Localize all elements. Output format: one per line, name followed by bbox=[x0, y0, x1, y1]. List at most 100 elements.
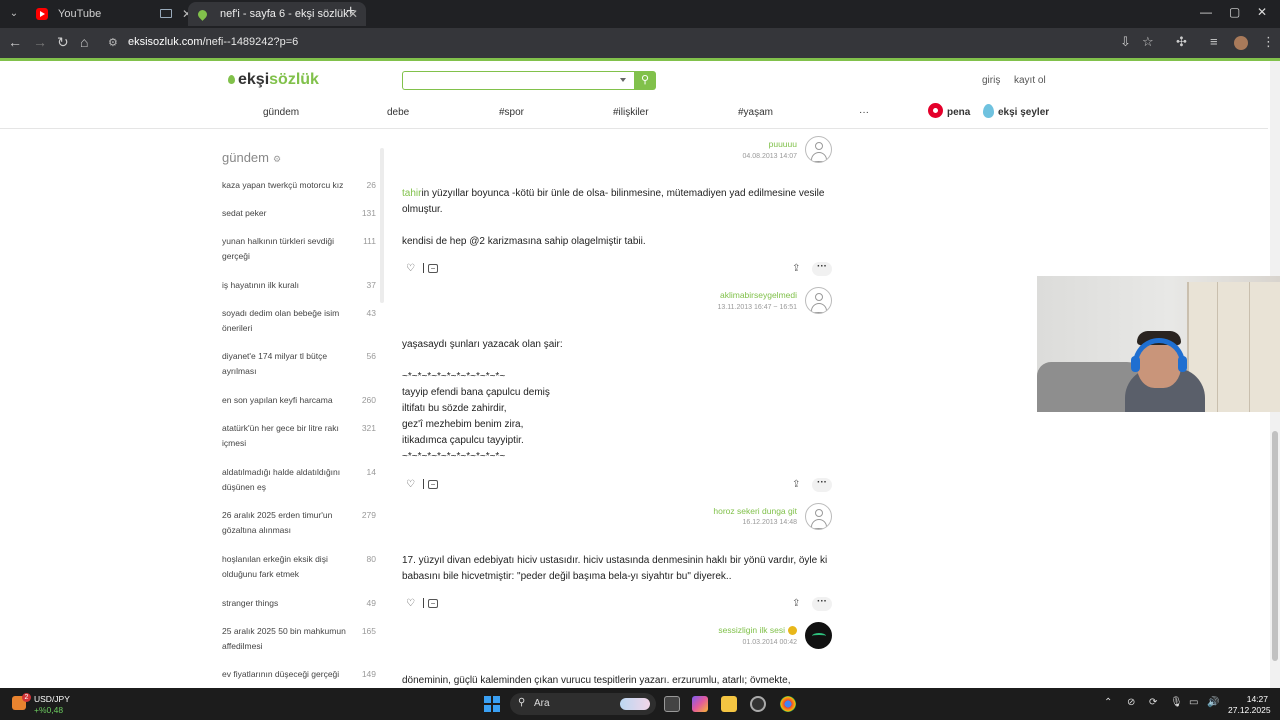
more-options-icon[interactable]: ··· bbox=[812, 262, 832, 276]
sidebar-topic[interactable]: ev fiyatlarının düşeceği gerçeği 149 bbox=[222, 667, 376, 682]
volume-icon[interactable]: 🔊 bbox=[1207, 697, 1219, 708]
close-window-button[interactable]: ✕ bbox=[1257, 5, 1267, 19]
start-button[interactable] bbox=[484, 696, 500, 712]
more-options-icon[interactable]: ··· bbox=[812, 478, 832, 492]
home-icon[interactable]: ⌂ bbox=[80, 34, 88, 50]
search-button[interactable]: ⚲ bbox=[634, 71, 656, 90]
chrome-icon[interactable] bbox=[780, 696, 796, 712]
entry-date[interactable]: 01.03.2014 00:42 bbox=[743, 639, 798, 646]
entry-link[interactable]: tahir bbox=[402, 188, 421, 199]
sidebar-topic[interactable]: 26 aralık 2025 erden timur'un gözaltına … bbox=[222, 508, 376, 538]
extensions-icon[interactable]: ✣ bbox=[1176, 34, 1187, 50]
ticker-name[interactable]: USD/JPY bbox=[34, 694, 70, 704]
heart-icon[interactable]: ♡ bbox=[406, 598, 415, 609]
scrollbar-thumb[interactable] bbox=[1272, 431, 1278, 661]
sidebar-topic[interactable]: hoşlanılan erkeğin eksik dişi olduğunu f… bbox=[222, 552, 376, 582]
user-avatar[interactable] bbox=[805, 136, 832, 163]
gear-icon[interactable]: ⚙ bbox=[273, 154, 281, 164]
sidebar-scrollbar[interactable] bbox=[380, 148, 384, 303]
copilot-icon[interactable] bbox=[692, 696, 708, 712]
profile-avatar-icon[interactable] bbox=[1234, 36, 1248, 50]
more-options-icon[interactable]: ··· bbox=[812, 597, 832, 611]
sidebar-topic[interactable]: en son yapılan keyfi harcama 260 bbox=[222, 393, 376, 408]
media-playing-icon[interactable] bbox=[160, 9, 172, 18]
heart-icon[interactable]: ♡ bbox=[406, 263, 415, 274]
sidebar-topic[interactable]: sedat peker 131 bbox=[222, 206, 376, 221]
nav-eksi-seyler[interactable]: ekşi şeyler bbox=[998, 107, 1049, 118]
eksi-seyler-drop-icon[interactable] bbox=[983, 104, 994, 118]
tab-youtube[interactable]: YouTube ✕ bbox=[26, 2, 192, 26]
user-avatar[interactable] bbox=[805, 503, 832, 530]
bookmark-star-icon[interactable]: ☆ bbox=[1142, 34, 1154, 50]
reload-icon[interactable]: ↻ bbox=[57, 34, 69, 51]
new-tab-button[interactable]: + bbox=[346, 3, 355, 21]
entry-date[interactable]: 04.08.2013 14:07 bbox=[743, 153, 798, 160]
sidebar-topic[interactable]: stranger things 49 bbox=[222, 596, 376, 611]
search-dropdown-caret-icon[interactable] bbox=[620, 78, 626, 82]
settings-app-icon[interactable] bbox=[750, 696, 766, 712]
chevron-up-icon[interactable]: ⌃ bbox=[1104, 697, 1112, 708]
search-input[interactable] bbox=[402, 71, 634, 90]
sidebar-topic[interactable]: atatürk'ün her gece bir litre rakı içmes… bbox=[222, 421, 376, 451]
entry-author[interactable]: horoz sekeri dunga git bbox=[713, 506, 797, 516]
sync-icon[interactable]: ⟳ bbox=[1149, 697, 1157, 708]
file-explorer-icon[interactable] bbox=[721, 696, 737, 712]
heart-icon[interactable]: ♡ bbox=[406, 479, 415, 490]
browser-toolbar: ← → ↻ ⌂ ⚙ eksisozluk.com/nefi--1489242?p… bbox=[0, 28, 1280, 58]
network-icon[interactable]: ▭ bbox=[1189, 697, 1198, 708]
login-link[interactable]: giriş bbox=[982, 75, 1000, 86]
sidebar-topic[interactable]: soyadı dedim olan bebeğe isim önerileri 4… bbox=[222, 306, 376, 336]
nav-iliskiler[interactable]: #ilişkiler bbox=[613, 107, 649, 118]
nav-debe[interactable]: debe bbox=[387, 107, 409, 118]
nav-yasam[interactable]: #yaşam bbox=[738, 107, 773, 118]
search-highlight-icon bbox=[620, 698, 650, 710]
site-logo[interactable]: ekşisözlük bbox=[228, 71, 319, 89]
downvote-icon[interactable]: − bbox=[427, 479, 438, 489]
site-info-icon[interactable]: ⚙ bbox=[108, 36, 118, 49]
sidebar-topic[interactable]: kaza yapan twerkçü motorcu kız 26 bbox=[222, 178, 376, 193]
reading-list-icon[interactable]: ≡ bbox=[1210, 34, 1218, 49]
search-icon: ⚲ bbox=[518, 697, 526, 708]
ticker-value[interactable]: +%0,48 bbox=[34, 705, 63, 715]
wifi-off-icon[interactable]: ⊘ bbox=[1127, 697, 1135, 708]
entry-date[interactable]: 16.12.2013 14:48 bbox=[743, 519, 798, 526]
tab-eksi-sozluk[interactable]: nef'i - sayfa 6 - ekşi sözlük ✕ bbox=[188, 2, 366, 26]
entry-author[interactable]: aklimabirseygelmedi bbox=[720, 290, 797, 300]
microphone-icon[interactable]: 🎙 bbox=[1170, 697, 1183, 708]
share-icon[interactable]: ⇪ bbox=[792, 479, 800, 490]
verified-badge-icon bbox=[788, 626, 797, 636]
sidebar-topic[interactable]: diyanet'e 174 milyar tl bütçe ayrılması 5… bbox=[222, 349, 376, 379]
back-arrow-icon[interactable]: ← bbox=[8, 34, 22, 50]
downvote-icon[interactable]: − bbox=[427, 263, 438, 273]
user-avatar[interactable] bbox=[805, 622, 832, 649]
nav-pena[interactable]: pena bbox=[947, 107, 970, 118]
browser-menu-icon[interactable]: ⋮ bbox=[1262, 34, 1275, 50]
sidebar-topic[interactable]: iş hayatının ilk kuralı 37 bbox=[222, 278, 376, 293]
nav-gundem[interactable]: gündem bbox=[263, 107, 299, 118]
task-view-icon[interactable] bbox=[664, 696, 680, 712]
register-link[interactable]: kayıt ol bbox=[1014, 75, 1046, 86]
tab-search-chevron-icon[interactable]: ⌄ bbox=[6, 6, 22, 22]
nav-spor[interactable]: #spor bbox=[499, 107, 524, 118]
taskbar-search[interactable]: ⚲ Ara bbox=[510, 693, 656, 715]
user-avatar[interactable] bbox=[805, 287, 832, 314]
clock-time[interactable]: 14:27 bbox=[1246, 694, 1268, 704]
share-icon[interactable]: ⇪ bbox=[792, 263, 800, 274]
clock-date[interactable]: 27.12.2025 bbox=[1228, 705, 1271, 715]
share-icon[interactable]: ⇪ bbox=[792, 598, 800, 609]
entry-actions: ♡ − bbox=[406, 598, 438, 609]
pena-logo-icon[interactable] bbox=[928, 103, 943, 118]
maximize-button[interactable]: ▢ bbox=[1229, 5, 1240, 19]
address-bar[interactable]: ⚙ eksisozluk.com/nefi--1489242?p=6 bbox=[102, 32, 1272, 54]
downvote-icon[interactable]: − bbox=[427, 598, 438, 608]
entry-date[interactable]: 13.11.2013 16:47 ~ 16:51 bbox=[718, 304, 797, 311]
install-app-icon[interactable]: ⇩ bbox=[1120, 34, 1131, 50]
entry-author[interactable]: puuuuu bbox=[769, 139, 797, 149]
sidebar-topic[interactable]: 25 aralık 2025 50 bin mahkumun affedilme… bbox=[222, 624, 376, 654]
minimize-button[interactable]: — bbox=[1200, 5, 1212, 19]
sidebar-topic[interactable]: aldatılmadığı halde aldatıldığını düşüne… bbox=[222, 465, 376, 495]
entry-author[interactable]: sessizligin ilk sesi bbox=[718, 625, 797, 636]
forward-arrow-icon[interactable]: → bbox=[33, 34, 47, 50]
nav-more[interactable]: ··· bbox=[859, 107, 869, 118]
sidebar-topic[interactable]: yunan halkının türkleri sevdiği gerçeği 1… bbox=[222, 234, 376, 264]
